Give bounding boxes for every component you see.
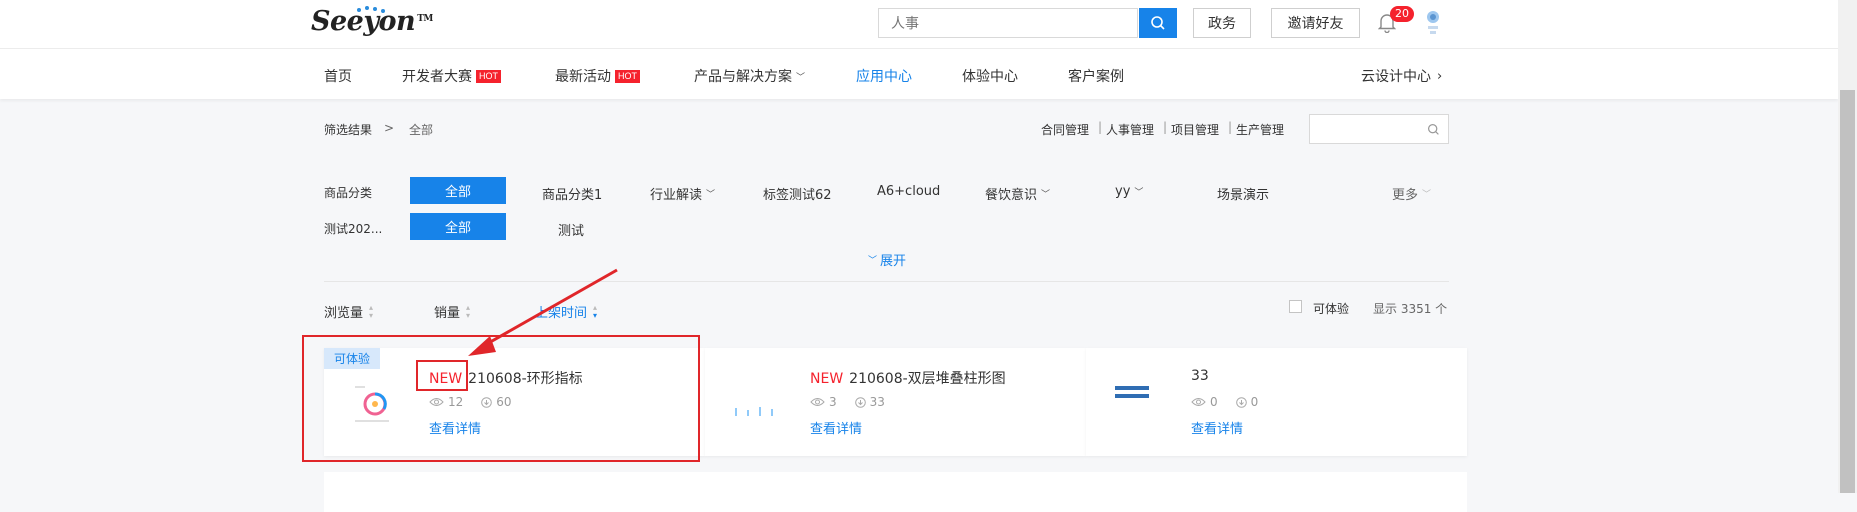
sort-icon: ▴ ▾ — [369, 302, 374, 320]
search-icon — [1151, 16, 1165, 30]
view-count: 0 — [1210, 395, 1218, 409]
eye-icon — [1191, 397, 1206, 407]
nav-item-customer-cases[interactable]: 客户案例 — [1068, 66, 1124, 86]
hot-badge: HOT — [615, 69, 640, 83]
chevron-down-icon: ﹀ — [796, 72, 806, 83]
app-stats: 0 0 — [1191, 395, 1258, 409]
seeyon-logo[interactable]: Seeyon TM — [311, 6, 433, 37]
avatar[interactable] — [1424, 8, 1442, 38]
divider: | — [1163, 120, 1168, 134]
view-count: 3 — [829, 395, 837, 409]
app-title[interactable]: NEW 210608-双层堆叠柱形图 — [810, 368, 1006, 388]
expand-toggle[interactable]: ﹀ 展开 — [868, 250, 906, 269]
nav-item-products-solutions[interactable]: 产品与解决方案 ﹀ — [694, 66, 805, 86]
search-box — [878, 8, 1143, 38]
nav-item-latest-activity[interactable]: 最新活动 HOT — [555, 66, 640, 86]
view-details-link[interactable]: 查看详情 — [1191, 418, 1243, 437]
sort-views[interactable]: 浏览量 ▴ ▾ — [324, 302, 373, 321]
app-thumbnail — [735, 407, 773, 416]
breadcrumb-separator: > — [384, 121, 395, 135]
filter-item[interactable]: 测试 — [558, 220, 584, 239]
new-badge: NEW — [810, 371, 844, 387]
divider: | — [1098, 120, 1103, 134]
breadcrumb-label: 筛选结果 — [324, 123, 373, 137]
filter-search-input[interactable] — [1309, 114, 1449, 144]
notification-badge: 20 — [1390, 6, 1414, 22]
trial-checkbox[interactable] — [1289, 300, 1302, 313]
app-card[interactable] — [1086, 472, 1467, 512]
filter-row-label-test: 测试202... — [324, 222, 383, 236]
filter-item[interactable]: 商品分类1 — [542, 184, 602, 203]
filter-item-yy[interactable]: yy ﹀ — [1115, 184, 1143, 199]
annotation-arrow — [468, 268, 618, 356]
scrollbar-thumb[interactable] — [1840, 90, 1855, 493]
search-icon — [1428, 124, 1439, 135]
app-card[interactable] — [324, 472, 705, 512]
trial-checkbox-label: 可体验 — [1313, 302, 1350, 316]
nav-item-developer-contest[interactable]: 开发者大赛 HOT — [402, 66, 501, 86]
app-card[interactable]: NEW 210608-双层堆叠柱形图 3 33 查看详情 — [705, 348, 1086, 456]
app-thumbnail — [1115, 386, 1149, 398]
app-title[interactable]: 33 — [1191, 368, 1209, 384]
search-button[interactable] — [1139, 8, 1177, 38]
filter-item-catering[interactable]: 餐饮意识 ﹀ — [985, 184, 1050, 203]
main-nav: 首页 开发者大赛 HOT 最新活动 HOT 产品与解决方案 ﹀ 应用中心 体验中心 客… — [0, 48, 1838, 99]
divider: | — [1228, 120, 1233, 134]
chevron-right-icon: › — [1437, 68, 1443, 84]
app-stats: 3 33 — [810, 395, 885, 409]
filter-item[interactable]: 场景演示 — [1217, 184, 1269, 203]
quick-link-hr[interactable]: 人事管理 — [1106, 121, 1154, 138]
chevron-down-icon: ﹀ — [1041, 190, 1051, 200]
search-input[interactable] — [879, 9, 1143, 37]
quick-link-project[interactable]: 项目管理 — [1171, 121, 1219, 138]
gov-button[interactable]: 政务 — [1193, 8, 1251, 38]
invite-friends-button[interactable]: 邀请好友 — [1271, 8, 1360, 38]
filter-item-industry[interactable]: 行业解读 ﹀ — [650, 184, 715, 203]
quick-link-contract[interactable]: 合同管理 — [1041, 121, 1089, 138]
filter-more[interactable]: 更多 ﹀ — [1392, 184, 1431, 203]
view-details-link[interactable]: 查看详情 — [810, 418, 862, 437]
filter-item[interactable]: 标签测试62 — [763, 184, 832, 203]
filter-item[interactable]: A6+cloud — [877, 184, 940, 199]
download-count: 33 — [869, 395, 885, 409]
download-icon — [1235, 396, 1247, 408]
download-count: 0 — [1250, 395, 1259, 409]
chevron-down-icon: ﹀ — [868, 256, 878, 266]
logo-dots — [351, 6, 391, 14]
eye-icon — [810, 397, 825, 407]
nav-item-experience-center[interactable]: 体验中心 — [962, 66, 1018, 86]
chevron-down-icon: ﹀ — [706, 190, 716, 200]
filter-all-category[interactable]: 全部 — [410, 177, 506, 204]
chevron-down-icon: ﹀ — [1134, 188, 1144, 198]
hot-badge: HOT — [476, 69, 501, 83]
breadcrumb-current: 全部 — [409, 123, 434, 137]
top-bar: SeeyonTM 政务 邀请好友 20 — [0, 0, 1838, 48]
chevron-down-icon: ﹀ — [1422, 190, 1432, 200]
result-count: 显示 3351 个 — [1373, 302, 1448, 316]
app-card[interactable]: 33 0 0 查看详情 — [1086, 348, 1467, 456]
download-icon — [854, 396, 866, 408]
app-card[interactable] — [705, 472, 1086, 512]
quick-link-production[interactable]: 生产管理 — [1236, 121, 1284, 138]
nav-item-cloud-design-center[interactable]: 云设计中心 › — [1361, 66, 1442, 86]
nav-item-app-center[interactable]: 应用中心 — [856, 66, 912, 86]
filter-all-test[interactable]: 全部 — [410, 213, 506, 240]
filter-row-label-category: 商品分类 — [324, 186, 373, 200]
nav-item-home[interactable]: 首页 — [324, 66, 352, 86]
